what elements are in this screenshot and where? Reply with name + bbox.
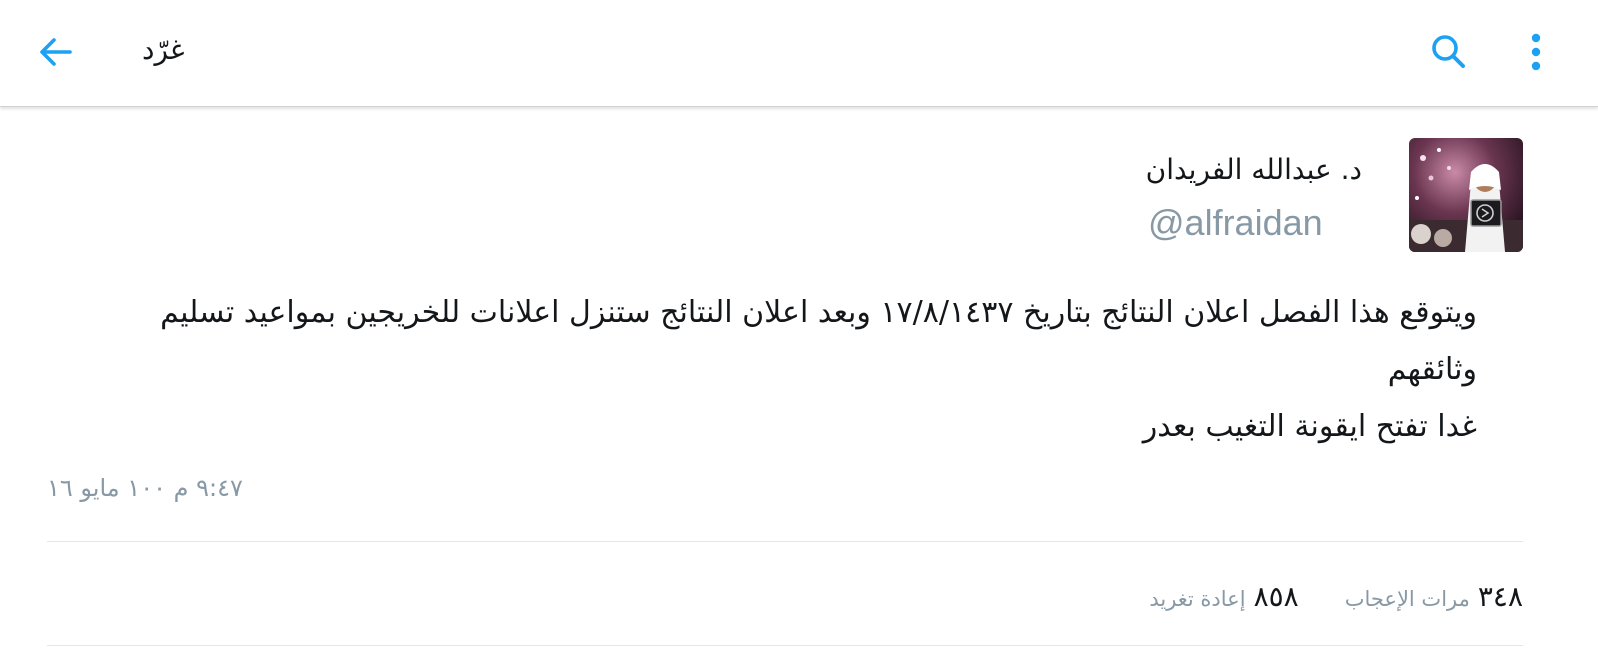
retweets-label: إعادة تغريد [1149,586,1246,611]
author-name[interactable]: د. عبدالله الفريدان [1146,148,1362,192]
user-photo-icon [1409,138,1523,252]
retweets-count: ٨٥٨ [1253,579,1299,613]
likes-count: ٣٤٨ [1477,579,1523,613]
tweet-line: وثائقهم [1387,352,1477,387]
tweet-line: ويتوقع هذا الفصل اعلان النتائج بتاريخ ١٧… [160,295,1477,330]
divider [47,541,1523,542]
tweet-text: ويتوقع هذا الفصل اعلان النتائج بتاريخ ١٧… [47,284,1477,455]
search-icon [1432,35,1465,68]
tweet-timestamp: ٩:٤٧ م ١٠٠ مايو ١٦ [47,474,243,502]
likes-stat[interactable]: ٣٤٨ مرات الإعجاب [1345,580,1523,613]
author-handle[interactable]: @alfraidan [1148,200,1323,246]
avatar[interactable] [1409,138,1523,252]
divider [47,645,1523,646]
top-app-bar: غرّد [0,0,1598,107]
search-button[interactable] [1426,30,1470,74]
tweet-line: غدا تفتح ايقونة التغيب بعدر [1142,409,1477,444]
back-button[interactable] [34,30,78,74]
retweets-stat[interactable]: ٨٥٨ إعادة تغريد [1149,580,1298,613]
tweet-stats: ٨٥٨ إعادة تغريد ٣٤٨ مرات الإعجاب [1103,574,1523,618]
more-vertical-icon [1531,33,1541,71]
likes-label: مرات الإعجاب [1344,586,1470,611]
arrow-left-icon [40,38,72,66]
page-title: غرّد [142,33,185,66]
more-options-button[interactable] [1516,30,1556,74]
